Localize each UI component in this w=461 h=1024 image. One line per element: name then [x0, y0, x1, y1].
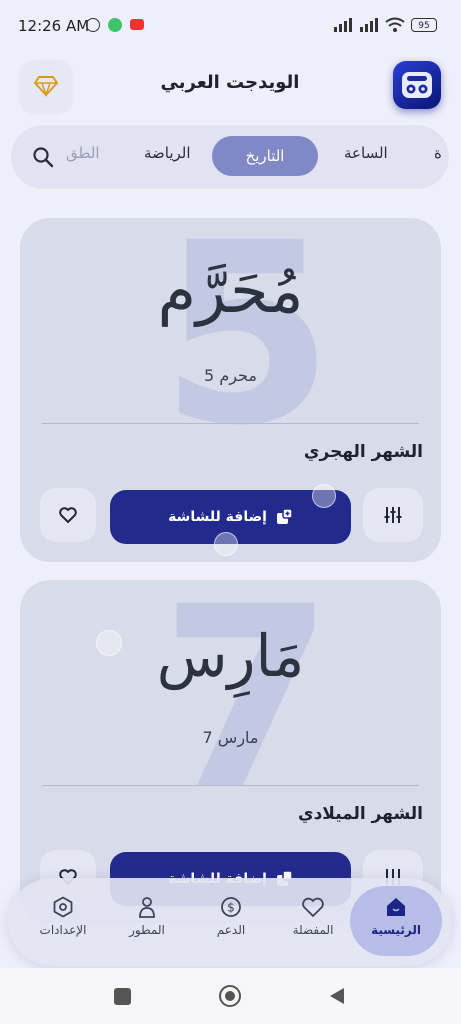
bottom-navigation: الرئيسية المفضلة $ الدعم المطور الإعدادا…	[8, 878, 452, 966]
home-system-button[interactable]	[219, 985, 241, 1007]
heart-icon	[302, 897, 324, 917]
nav-favorites[interactable]: المفضلة	[268, 896, 358, 937]
dollar-icon: $	[221, 897, 241, 917]
settings-icon	[53, 896, 73, 918]
nav-settings[interactable]: الإعدادات	[18, 896, 108, 937]
add-widget-icon	[276, 508, 293, 524]
month-calligraphy: مُحَرَّم	[157, 254, 304, 327]
add-label: إضافة للشاشة	[168, 509, 267, 525]
nav-label: المطور	[129, 923, 165, 937]
card-divider	[42, 423, 419, 424]
nav-home-content: الرئيسية	[351, 896, 441, 937]
svg-text:$: $	[227, 901, 235, 915]
nav-support[interactable]: $ الدعم	[186, 896, 276, 937]
card-big-number: 7	[160, 580, 334, 844]
decor-bubble	[312, 484, 336, 508]
page-title: الويدجت العربي	[160, 72, 300, 93]
status-bar: 12:26 AM 95	[0, 0, 461, 50]
nav-label: الرئيسية	[371, 923, 421, 937]
nav-label: الإعدادات	[39, 923, 87, 937]
premium-button[interactable]	[20, 60, 72, 112]
widget-card-gregorian: 7 مَارِس 7 مارس الشهر الميلادي إضافة للش…	[20, 580, 441, 924]
nav-developer[interactable]: المطور	[102, 896, 192, 937]
status-time: 12:26 AM	[18, 17, 90, 35]
nav-home[interactable]: الرئيسية	[350, 886, 442, 956]
battery-indicator: 95	[411, 18, 437, 32]
diamond-icon	[34, 76, 58, 97]
heart-icon	[59, 507, 77, 523]
youtube-icon	[130, 19, 144, 30]
favorite-button[interactable]	[40, 488, 96, 542]
alarm-icon	[86, 18, 100, 32]
card-date-text: 5 محرم	[204, 366, 257, 385]
customize-button[interactable]	[363, 488, 423, 542]
decor-bubble	[214, 532, 238, 556]
signal-icon-2	[360, 18, 378, 32]
sliders-icon	[384, 507, 402, 523]
radio-icon	[402, 72, 432, 98]
app-header: الويدجت العربي	[0, 58, 461, 114]
tab-partial[interactable]: ة	[434, 144, 442, 162]
decor-bubble	[96, 630, 122, 656]
tab-date[interactable]: التاريخ	[212, 136, 318, 176]
nav-label: الدعم	[216, 923, 246, 937]
tab-sports[interactable]: الرياضة	[144, 144, 191, 162]
signal-icon	[334, 18, 352, 32]
recents-button[interactable]	[114, 988, 131, 1005]
card-date-text: 7 مارس	[202, 728, 259, 747]
search-icon[interactable]	[32, 146, 54, 168]
home-system-dot	[224, 990, 235, 1001]
tab-weather[interactable]: الطق	[66, 144, 100, 162]
month-calligraphy: مَارِس	[156, 622, 305, 690]
person-icon	[139, 897, 155, 918]
widget-card-hijri: 5 مُحَرَّم 5 محرم الشهر الهجري إضافة للش…	[20, 218, 441, 562]
system-navigation-bar	[0, 968, 461, 1024]
card-divider	[42, 785, 419, 786]
tab-clock[interactable]: الساعة	[344, 144, 388, 162]
card-category: الشهر الهجري	[303, 442, 423, 462]
wifi-icon	[385, 17, 405, 32]
app-logo-button[interactable]	[393, 61, 441, 109]
whatsapp-icon	[108, 18, 122, 32]
card-category: الشهر الميلادي	[298, 804, 423, 824]
home-icon	[387, 898, 405, 916]
category-tabs: الطق الرياضة التاريخ الساعة ة	[10, 124, 450, 190]
back-icon[interactable]	[329, 987, 345, 1005]
nav-label: المفضلة	[292, 923, 334, 937]
